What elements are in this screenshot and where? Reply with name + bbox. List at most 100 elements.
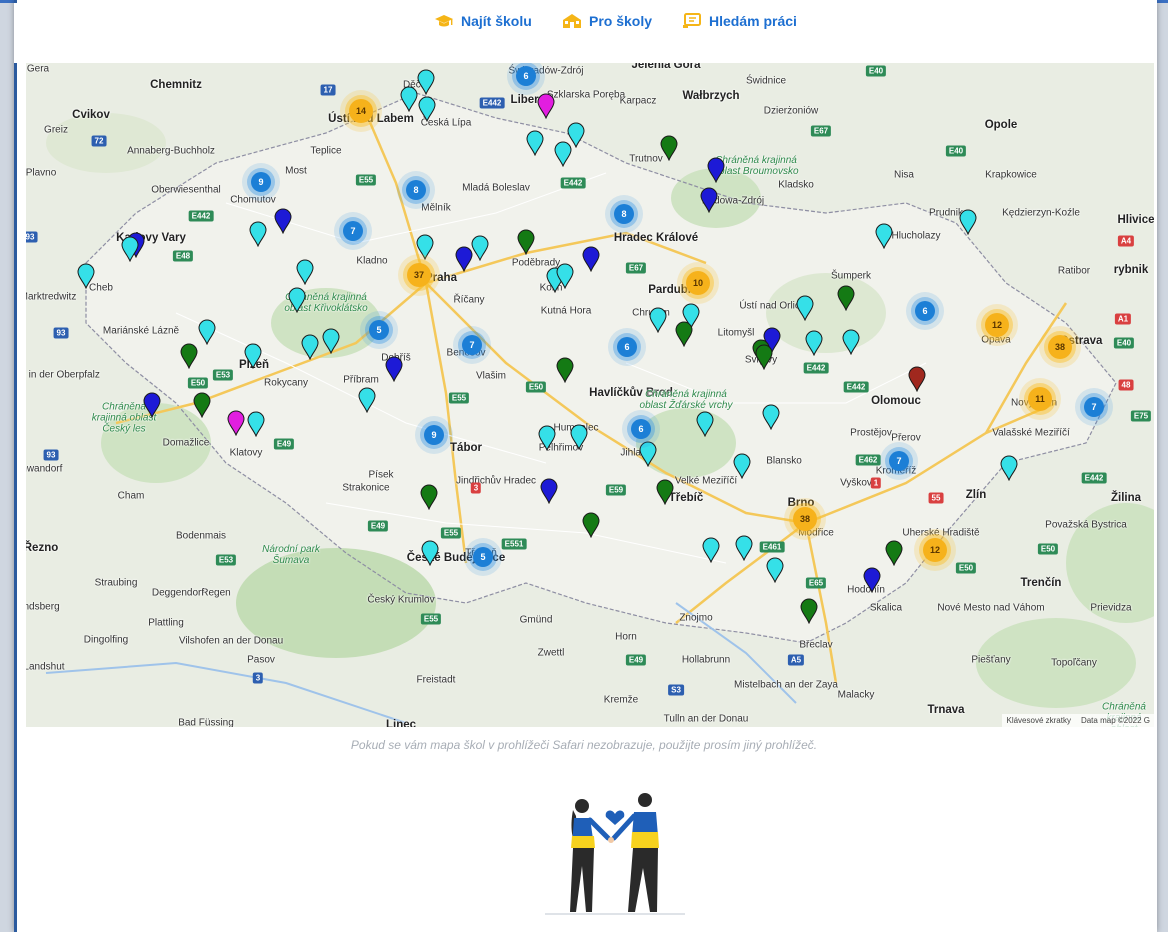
school-marker-cyan[interactable] — [358, 387, 376, 414]
school-marker-cyan[interactable] — [296, 259, 314, 286]
school-cluster-marker[interactable]: 7 — [889, 451, 909, 471]
school-marker-cyan[interactable] — [702, 537, 720, 564]
place-label-prievidza: Prievidza — [1090, 602, 1132, 614]
school-marker-green[interactable] — [800, 598, 818, 625]
school-marker-cyan[interactable] — [538, 425, 556, 452]
school-cluster-marker[interactable]: 7 — [343, 221, 363, 241]
school-cluster-marker[interactable]: 6 — [617, 337, 637, 357]
school-cluster-marker[interactable]: 37 — [407, 263, 431, 287]
school-marker-cyan[interactable] — [766, 557, 784, 584]
school-marker-cyan[interactable] — [418, 96, 436, 123]
school-marker-blue[interactable] — [540, 478, 558, 505]
nav-job-search[interactable]: Hledám práci — [682, 13, 797, 29]
place-label-vlasim: Vlašim — [475, 370, 507, 382]
school-building-icon — [563, 14, 581, 28]
school-marker-cyan[interactable] — [733, 453, 751, 480]
school-marker-cyan[interactable] — [805, 330, 823, 357]
school-marker-blue[interactable] — [274, 208, 292, 235]
school-cluster-marker[interactable]: 5 — [369, 320, 389, 340]
school-cluster-marker[interactable]: 7 — [1084, 397, 1104, 417]
school-marker-cyan[interactable] — [288, 287, 306, 314]
school-marker-cyan[interactable] — [471, 235, 489, 262]
map-pin-icon — [556, 263, 574, 290]
school-marker-green[interactable] — [582, 512, 600, 539]
school-marker-cyan[interactable] — [247, 411, 265, 438]
school-cluster-marker[interactable]: 6 — [516, 66, 536, 86]
school-cluster-marker[interactable]: 11 — [1028, 387, 1052, 411]
school-marker-cyan[interactable] — [416, 234, 434, 261]
school-marker-cyan[interactable] — [417, 69, 435, 96]
school-cluster-marker[interactable]: 14 — [349, 99, 373, 123]
school-marker-green[interactable] — [885, 540, 903, 567]
school-marker-cyan[interactable] — [875, 223, 893, 250]
school-cluster-marker[interactable]: 12 — [923, 538, 947, 562]
school-cluster-marker[interactable]: 12 — [985, 313, 1009, 337]
school-marker-cyan[interactable] — [421, 540, 439, 567]
school-marker-cyan[interactable] — [735, 535, 753, 562]
school-marker-cyan[interactable] — [762, 404, 780, 431]
school-cluster-marker[interactable]: 38 — [1048, 335, 1072, 359]
school-cluster-marker[interactable]: 8 — [406, 180, 426, 200]
school-cluster-marker[interactable]: 5 — [473, 547, 493, 567]
school-cluster-marker[interactable]: 38 — [793, 507, 817, 531]
school-cluster-marker[interactable]: 8 — [614, 204, 634, 224]
school-cluster-marker[interactable]: 6 — [915, 301, 935, 321]
school-marker-green[interactable] — [656, 479, 674, 506]
road-shield: E55 — [440, 527, 462, 539]
school-marker-cyan[interactable] — [198, 319, 216, 346]
school-marker-green[interactable] — [517, 229, 535, 256]
school-marker-cyan[interactable] — [959, 209, 977, 236]
school-marker-blue[interactable] — [143, 392, 161, 419]
school-marker-cyan[interactable] — [570, 424, 588, 451]
road-shield: E461 — [759, 541, 785, 553]
nav-find-school[interactable]: Najít školu — [434, 13, 532, 29]
school-marker-magenta[interactable] — [537, 93, 555, 120]
school-marker-cyan[interactable] — [842, 329, 860, 356]
school-marker-cyan[interactable] — [639, 441, 657, 468]
school-marker-blue[interactable] — [385, 356, 403, 383]
school-marker-green[interactable] — [837, 285, 855, 312]
school-marker-cyan[interactable] — [554, 141, 572, 168]
school-marker-cyan[interactable] — [121, 236, 139, 263]
school-marker-cyan[interactable] — [696, 411, 714, 438]
map-pin-icon — [700, 187, 718, 214]
map-pin-icon — [526, 130, 544, 157]
place-label-marktredwitz: Marktredwitz — [26, 291, 77, 303]
road-shield: E442 — [1081, 472, 1107, 484]
school-marker-cyan[interactable] — [249, 221, 267, 248]
school-marker-green[interactable] — [675, 321, 693, 348]
school-marker-green[interactable] — [660, 135, 678, 162]
school-marker-cyan[interactable] — [796, 295, 814, 322]
school-marker-blue[interactable] — [707, 157, 725, 184]
school-marker-green[interactable] — [556, 357, 574, 384]
school-marker-green[interactable] — [193, 392, 211, 419]
school-cluster-marker[interactable]: 9 — [251, 172, 271, 192]
school-marker-green[interactable] — [180, 343, 198, 370]
school-marker-cyan[interactable] — [526, 130, 544, 157]
school-cluster-marker[interactable]: 9 — [424, 425, 444, 445]
school-marker-green[interactable] — [420, 484, 438, 511]
school-marker-red[interactable] — [908, 366, 926, 393]
school-marker-magenta[interactable] — [227, 410, 245, 437]
school-marker-cyan[interactable] — [649, 307, 667, 334]
nav-for-schools[interactable]: Pro školy — [562, 13, 652, 29]
school-marker-blue[interactable] — [582, 246, 600, 273]
school-marker-blue[interactable] — [700, 187, 718, 214]
school-marker-cyan[interactable] — [244, 343, 262, 370]
school-marker-cyan[interactable] — [1000, 455, 1018, 482]
school-cluster-marker[interactable]: 7 — [462, 335, 482, 355]
school-marker-green[interactable] — [755, 344, 773, 371]
school-marker-cyan[interactable] — [77, 263, 95, 290]
safari-notice: Pokud se vám mapa škol v prohlížeči Safa… — [350, 738, 818, 752]
school-marker-blue[interactable] — [863, 567, 881, 594]
keyboard-shortcuts-link[interactable]: Klávesové zkratky — [1006, 716, 1070, 725]
school-marker-cyan[interactable] — [301, 334, 319, 361]
school-marker-cyan[interactable] — [322, 328, 340, 355]
schools-map[interactable]: Gera Chemnitz Cvikov Greiz Plavno Annaberg-Bu… — [26, 63, 1154, 727]
school-cluster-marker[interactable]: 10 — [686, 271, 710, 295]
school-marker-cyan[interactable] — [556, 263, 574, 290]
map-pin-icon — [420, 484, 438, 511]
place-label-karpacz: Karpacz — [619, 95, 657, 107]
school-marker-cyan[interactable] — [400, 86, 418, 113]
school-cluster-marker[interactable]: 6 — [631, 419, 651, 439]
